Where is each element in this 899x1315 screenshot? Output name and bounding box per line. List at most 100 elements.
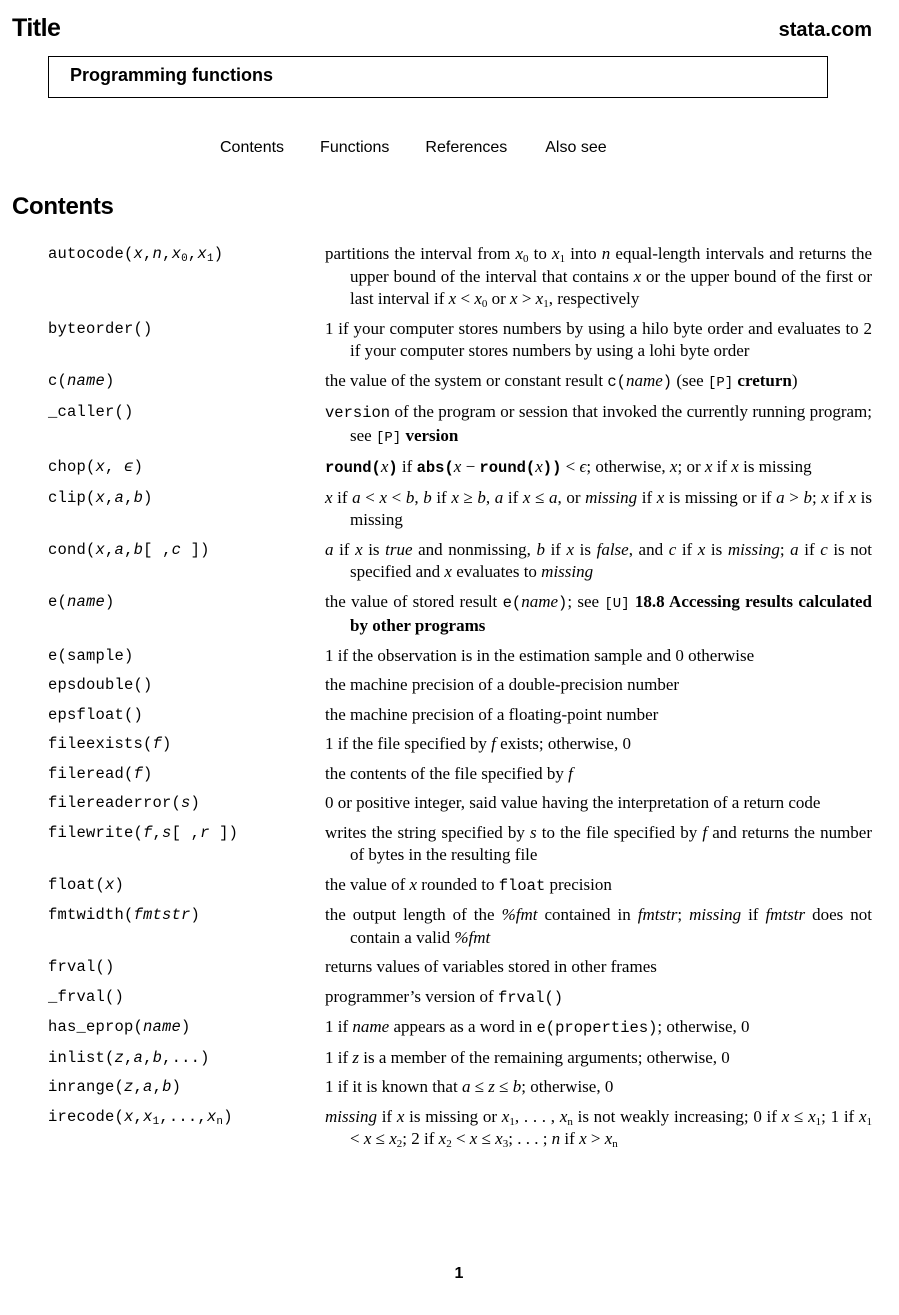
- function-description: a if x is true and nonmissing, b if x is…: [325, 539, 872, 584]
- function-name-link[interactable]: e(sample): [48, 645, 325, 668]
- function-name-link[interactable]: _caller(): [48, 401, 325, 449]
- text: ;: [779, 539, 791, 559]
- function-name-link[interactable]: epsfloat(): [48, 704, 325, 727]
- math-italic: a: [133, 1048, 144, 1067]
- function-name-link[interactable]: e(name): [48, 591, 325, 638]
- function-entry: filewrite(f,s[ ,r ]) writes the string sp…: [48, 822, 872, 867]
- toc-link-functions[interactable]: Functions: [320, 139, 389, 157]
- text: >: [586, 1129, 605, 1148]
- text: ,: [414, 487, 424, 507]
- math-italic: fmtstr: [637, 905, 678, 924]
- code-text: e(properties): [536, 1019, 658, 1037]
- math-italic: s: [530, 822, 537, 842]
- manual-link[interactable]: version: [405, 426, 458, 445]
- function-entry: clip(x,a,b) x if a < x < b, b if x ≥ b, a…: [48, 487, 872, 532]
- function-entry: float(x) the value of x rounded to float …: [48, 874, 872, 898]
- code-text: e(sample): [48, 646, 134, 665]
- math-italic: x: [197, 245, 207, 263]
- text: the machine precision of a floating-poin…: [325, 704, 659, 724]
- math-italic: c: [171, 540, 182, 559]
- text: contained in: [537, 905, 638, 924]
- function-name-link[interactable]: c(name): [48, 370, 325, 395]
- function-name-link[interactable]: has_eprop(name): [48, 1016, 325, 1040]
- math-italic: x: [858, 1106, 867, 1126]
- function-name-link[interactable]: inlist(z,a,b,...): [48, 1047, 325, 1070]
- text: <: [387, 487, 406, 507]
- manual-ref[interactable]: [P]: [708, 375, 733, 391]
- code-text-bold: )): [542, 459, 562, 477]
- text: if: [544, 539, 567, 559]
- text: ≤: [789, 1106, 809, 1126]
- function-name-link[interactable]: epsdouble(): [48, 674, 325, 697]
- math-italic: x: [325, 487, 333, 507]
- function-name-link[interactable]: fileread(f): [48, 763, 325, 786]
- toc-link-contents[interactable]: Contents: [220, 139, 284, 157]
- function-name-link[interactable]: filewrite(f,s[ ,r ]): [48, 822, 325, 867]
- text: ;: [811, 487, 822, 507]
- function-name-link[interactable]: fmtwidth(fmtstr): [48, 904, 325, 949]
- text: ≤: [470, 1077, 489, 1096]
- function-name-link[interactable]: autocode(x,n,x0,x1): [48, 243, 325, 311]
- math-italic: b: [423, 487, 432, 507]
- function-name-link[interactable]: frval(): [48, 956, 325, 979]
- toc-link-references[interactable]: References: [425, 139, 507, 157]
- math-italic: b: [803, 487, 812, 507]
- code-text: autocode(: [48, 245, 134, 263]
- text: and nonmissing,: [412, 539, 537, 559]
- function-name-link[interactable]: cond(x,a,b[ ,c ]): [48, 539, 325, 584]
- text: to the file specified by: [536, 822, 703, 842]
- math-italic: a: [549, 487, 558, 507]
- math-italic: name: [67, 371, 106, 390]
- text: 0 or positive integer, said value having…: [325, 793, 821, 812]
- function-name-link[interactable]: byteorder(): [48, 318, 325, 363]
- code-text: ,: [133, 1078, 144, 1096]
- function-name-link[interactable]: chop(x, ϵ): [48, 456, 325, 480]
- text: >: [784, 487, 804, 507]
- math-italic: missing: [585, 487, 638, 507]
- function-name-link[interactable]: filereaderror(s): [48, 792, 325, 815]
- site-name[interactable]: stata.com: [779, 19, 872, 42]
- manual-link[interactable]: creturn: [737, 371, 791, 390]
- toc-link-also-see[interactable]: Also see: [545, 139, 606, 157]
- function-description: version of the program or session that i…: [325, 401, 872, 449]
- code-text: _frval(): [48, 987, 125, 1006]
- math-italic: x: [143, 1107, 153, 1126]
- math-italic: z: [114, 1048, 125, 1067]
- text: is: [362, 539, 386, 559]
- code-text: ): [190, 794, 201, 812]
- math-italic: x: [552, 244, 560, 263]
- code-text: ,: [124, 488, 134, 507]
- code-text: has_eprop(: [48, 1018, 144, 1036]
- function-name-link[interactable]: irecode(x,x1,...,xn): [48, 1106, 325, 1151]
- manual-ref[interactable]: [U]: [604, 596, 629, 612]
- function-entry: has_eprop(name) 1 if name appears as a wo…: [48, 1016, 872, 1040]
- code-text: ): [223, 1107, 233, 1126]
- function-name-link[interactable]: _frval(): [48, 986, 325, 1010]
- math-italic: x: [451, 487, 459, 507]
- function-name-link[interactable]: fileexists(f): [48, 733, 325, 756]
- code-text: fileexists(: [48, 735, 153, 753]
- function-name-link[interactable]: float(x): [48, 874, 325, 898]
- code-text-bold: abs(: [416, 459, 454, 477]
- math-italic: z: [488, 1077, 495, 1096]
- code-text: ,...,: [159, 1107, 207, 1126]
- code-text: inlist(: [48, 1048, 115, 1067]
- code-text: clip(: [48, 488, 96, 507]
- math-italic: a: [143, 1078, 153, 1096]
- text: the contents of the file specified by: [325, 763, 569, 783]
- function-description: 1 if it is known that a ≤ z ≤ b; otherwi…: [325, 1076, 872, 1099]
- code-text-bold: round(: [325, 459, 381, 477]
- math-italic: false: [596, 539, 629, 559]
- function-name-link[interactable]: inrange(z,a,b): [48, 1076, 325, 1099]
- text: if: [332, 487, 353, 507]
- text: ,: [485, 487, 495, 507]
- manual-ref[interactable]: [P]: [376, 430, 401, 446]
- function-description: 1 if z is a member of the remaining argu…: [325, 1047, 872, 1070]
- text: , respectively: [548, 289, 640, 308]
- text: (see: [672, 370, 708, 390]
- header-title: Title: [12, 14, 61, 42]
- math-italic: x: [355, 539, 363, 559]
- math-italic: x: [474, 289, 482, 308]
- code-text: epsfloat(): [48, 705, 144, 724]
- function-name-link[interactable]: clip(x,a,b): [48, 487, 325, 532]
